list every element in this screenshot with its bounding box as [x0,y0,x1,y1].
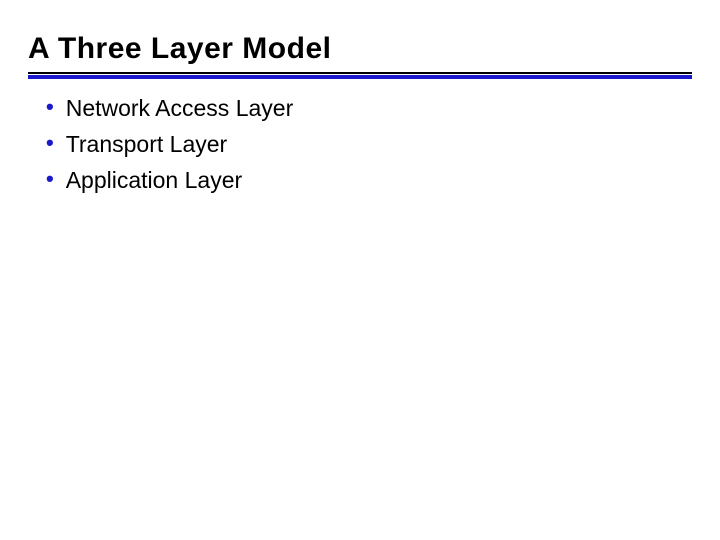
bullet-text: Network Access Layer [66,93,294,123]
bullet-list: • Network Access Layer • Transport Layer… [28,93,692,195]
bullet-icon: • [46,165,54,193]
bullet-icon: • [46,129,54,157]
slide-title: A Three Layer Model [28,32,692,72]
title-divider-black [28,72,692,74]
title-divider-blue [28,75,692,79]
list-item: • Transport Layer [46,129,692,159]
bullet-text: Application Layer [66,165,242,195]
list-item: • Application Layer [46,165,692,195]
list-item: • Network Access Layer [46,93,692,123]
bullet-icon: • [46,93,54,121]
bullet-text: Transport Layer [66,129,228,159]
